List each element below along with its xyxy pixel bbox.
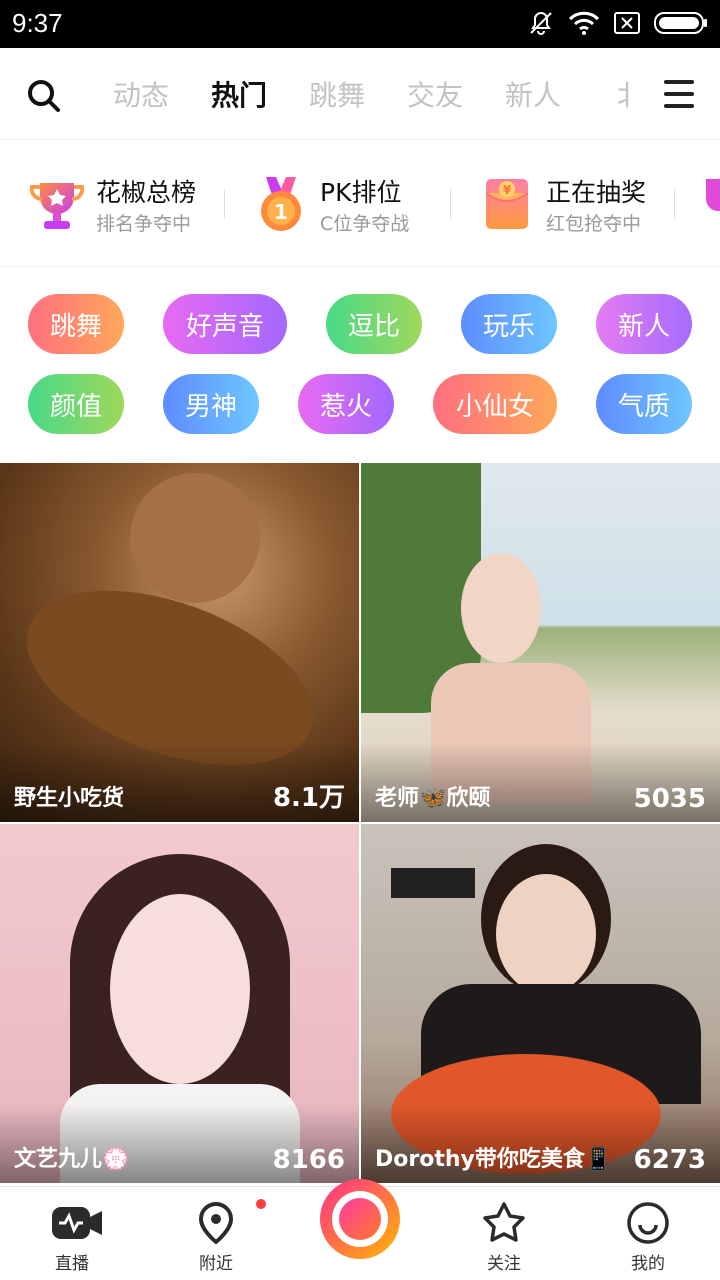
live-card[interactable]: 文艺九儿💮 8166 (0, 824, 359, 1183)
nav-label: 直播 (55, 1254, 89, 1274)
svg-text:¥: ¥ (503, 183, 512, 197)
tag-button[interactable]: 跳舞 (28, 294, 124, 354)
streamer-photo (496, 874, 596, 994)
svg-text:1: 1 (274, 200, 288, 224)
tag-button[interactable]: 颜值 (28, 374, 124, 434)
notification-dot (254, 1197, 268, 1211)
streamer-photo (130, 473, 260, 603)
tag-button[interactable]: 逗比 (326, 294, 422, 354)
search-icon[interactable] (26, 78, 62, 114)
feature-title: PK排位 (320, 178, 402, 207)
no-sim-icon (614, 11, 640, 39)
tab-xinren[interactable]: 新人 (484, 74, 582, 114)
feature-subtitle: 红包抢夺中 (546, 213, 642, 235)
divider (224, 189, 225, 219)
live-card[interactable]: 野生小吃货 8.1万 (0, 463, 359, 822)
nav-follow[interactable]: 关注 (454, 1201, 554, 1274)
nav-nearby[interactable]: 附近 (166, 1197, 268, 1274)
live-card[interactable]: Dorothy带你吃美食📱 6273 (361, 824, 720, 1183)
nav-label: 附近 (199, 1254, 233, 1274)
camera-lens-icon (339, 1198, 381, 1240)
tag-button[interactable]: 气质 (596, 374, 692, 434)
tab-jiaoyou[interactable]: 交友 (386, 74, 484, 114)
start-live-button[interactable] (320, 1179, 400, 1259)
status-time: 9:37 (12, 8, 63, 38)
feature-subtitle: 排名争夺中 (96, 213, 192, 235)
red-envelope-icon: ¥ (478, 175, 536, 233)
divider (674, 189, 675, 219)
streamer-name: 文艺九儿💮 (14, 1147, 130, 1172)
divider (450, 189, 451, 219)
partial-feature-icon[interactable] (700, 175, 720, 233)
star-icon (482, 1201, 526, 1245)
live-card[interactable]: 老师🦋欣颐 5035 (361, 463, 720, 822)
tag-button[interactable]: 小仙女 (433, 374, 557, 434)
medal-icon: 1 (252, 175, 310, 233)
tag-button[interactable]: 新人 (596, 294, 692, 354)
viewer-count: 5035 (633, 784, 706, 814)
menu-icon[interactable] (664, 80, 694, 108)
wifi-icon (568, 10, 600, 40)
tag-cloud: 跳舞 好声音 逗比 玩乐 新人 颜值 男神 惹火 小仙女 气质 (0, 290, 720, 450)
tab-remen[interactable]: 热门 (190, 74, 288, 114)
viewer-count: 8.1万 (272, 783, 345, 813)
bottom-nav: 直播 附近 关注 我的 (0, 1179, 720, 1280)
streamer-name: 野生小吃货 (14, 786, 125, 811)
nav-label: 关注 (487, 1254, 521, 1274)
tag-button[interactable]: 男神 (163, 374, 259, 434)
status-icons (528, 10, 708, 40)
tab-dongtai[interactable]: 动态 (92, 74, 190, 114)
sign-photo (391, 868, 475, 898)
streamer-name: 老师🦋欣颐 (375, 786, 491, 811)
tag-button[interactable]: 惹火 (298, 374, 394, 434)
battery-icon (654, 11, 708, 39)
live-grid: 野生小吃货 8.1万 老师🦋欣颐 5035 文艺九儿💮 8166 Dorothy… (0, 463, 720, 1185)
streamer-photo (461, 553, 541, 663)
trophy-icon (28, 175, 86, 233)
feature-row: 花椒总榜 排名争夺中 1 PK排位 C位争夺战 ¥ 正在抽奖 红包抢夺中 (0, 141, 720, 267)
mute-icon (528, 10, 554, 40)
status-bar: 9:37 (0, 0, 720, 48)
nav-me[interactable]: 我的 (598, 1201, 698, 1274)
streamer-name: Dorothy带你吃美食📱 (375, 1147, 613, 1172)
top-nav: 动态 热门 跳舞 交友 新人 北 (0, 48, 720, 140)
feature-title: 正在抽奖 (546, 178, 647, 207)
tab-tiaowu[interactable]: 跳舞 (288, 74, 386, 114)
category-tabs: 动态 热门 跳舞 交友 新人 北 (92, 48, 632, 140)
smiley-face-icon (626, 1201, 670, 1245)
location-pin-icon (194, 1197, 268, 1245)
nav-live[interactable]: 直播 (22, 1201, 122, 1274)
tag-button[interactable]: 玩乐 (461, 294, 557, 354)
viewer-count: 6273 (633, 1145, 706, 1175)
feature-subtitle: C位争夺战 (320, 213, 410, 235)
tab-bei[interactable]: 北 (582, 74, 632, 114)
nav-label: 我的 (631, 1254, 665, 1274)
feature-title: 花椒总榜 (96, 178, 197, 207)
viewer-count: 8166 (272, 1145, 345, 1175)
live-camera-icon (50, 1201, 102, 1245)
streamer-photo (110, 894, 250, 1084)
tag-button[interactable]: 好声音 (163, 294, 287, 354)
